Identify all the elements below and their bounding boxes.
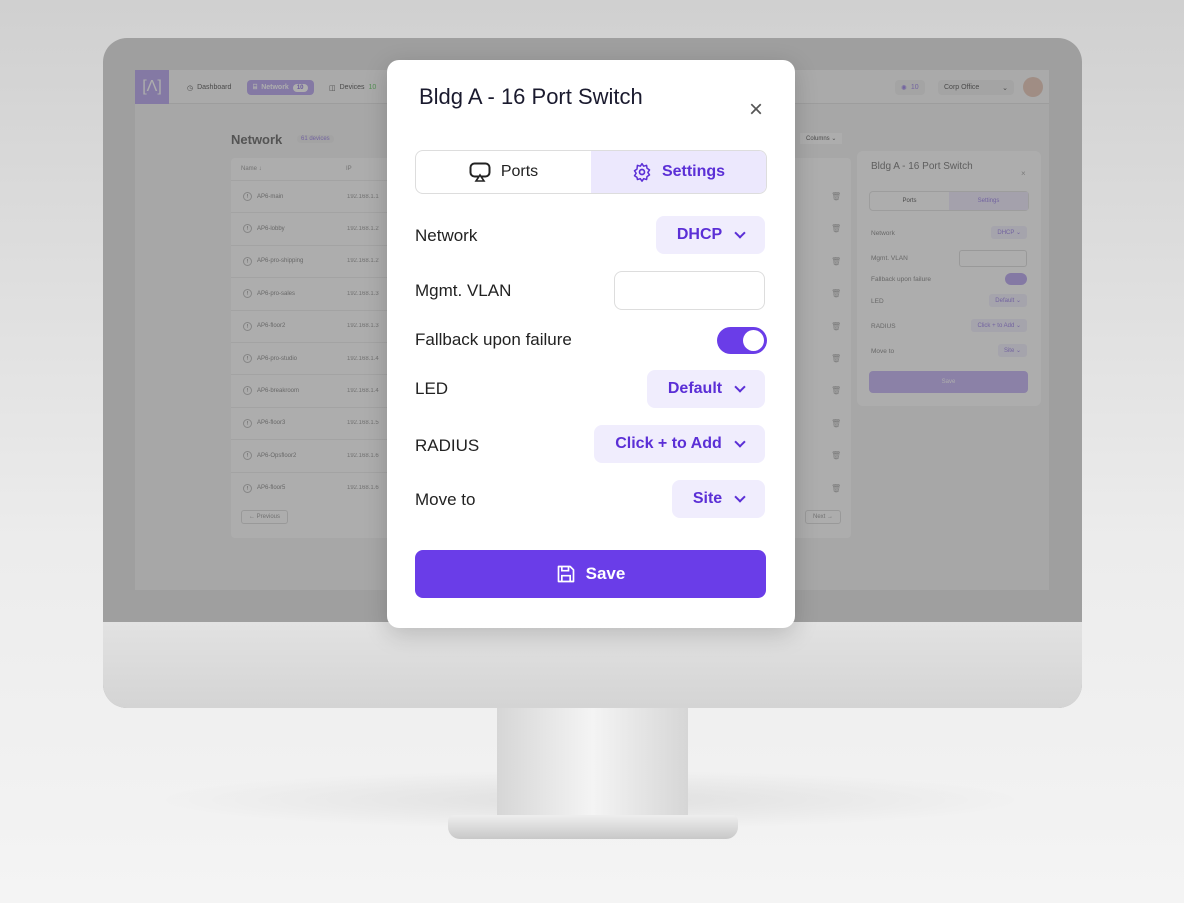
tab-settings[interactable]: Settings [591, 151, 766, 193]
monitor-chin [103, 622, 1082, 708]
switch-settings-modal: Bldg A - 16 Port Switch × Ports Settings… [387, 60, 795, 628]
fallback-label: Fallback upon failure [415, 330, 572, 349]
modal-tabs: Ports Settings [415, 150, 767, 194]
airplay-icon [469, 162, 491, 182]
move-to-label: Move to [415, 490, 476, 509]
close-icon[interactable]: × [749, 98, 763, 122]
gear-icon [633, 162, 651, 182]
modal-title: Bldg A - 16 Port Switch [419, 84, 643, 109]
monitor-base [448, 815, 738, 839]
vlan-label: Mgmt. VLAN [415, 281, 512, 300]
radius-label: RADIUS [415, 436, 480, 455]
led-dropdown[interactable]: Default [647, 370, 765, 408]
fallback-toggle[interactable] [717, 327, 767, 354]
chevron-down-icon [734, 226, 746, 239]
chevron-down-icon [734, 490, 746, 503]
network-label: Network [415, 226, 478, 245]
network-dropdown[interactable]: DHCP [656, 216, 765, 254]
chevron-down-icon [734, 435, 746, 448]
vlan-input[interactable] [614, 271, 765, 310]
led-label: LED [415, 379, 449, 398]
toggle-knob [743, 330, 764, 351]
save-button[interactable]: Save [415, 550, 766, 598]
chevron-down-icon [734, 380, 746, 393]
move-to-dropdown[interactable]: Site [672, 480, 765, 518]
save-icon [557, 565, 574, 583]
tab-ports[interactable]: Ports [416, 151, 591, 193]
radius-dropdown[interactable]: Click + to Add [594, 425, 765, 463]
monitor-stand [497, 706, 688, 822]
